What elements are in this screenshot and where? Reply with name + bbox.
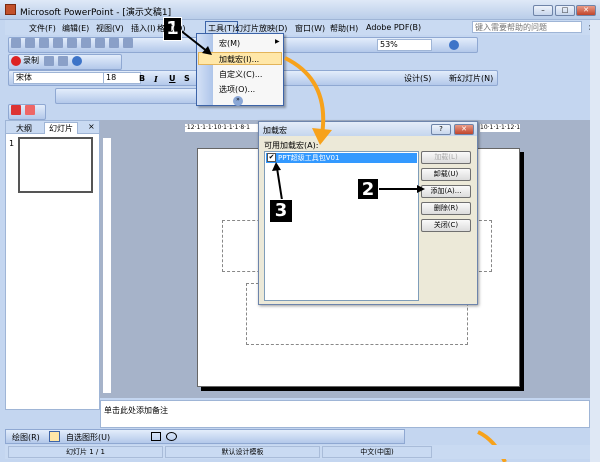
- black-arrowhead-3: [272, 162, 281, 171]
- menu-format[interactable]: 格式(O): [157, 23, 186, 34]
- autoshapes-button[interactable]: 自选图形(U): [66, 432, 110, 443]
- status-template: 默认设计模板: [165, 446, 320, 458]
- orange-arrow-1: [284, 56, 326, 136]
- rectangle-icon[interactable]: [151, 432, 161, 441]
- notes-placeholder: 单击此处添加备注: [104, 406, 168, 415]
- notes-pane[interactable]: 单击此处添加备注: [100, 400, 590, 428]
- black-arrow-3: [276, 167, 283, 201]
- drawing-toolbar: 绘图(R) 自选图形(U): [5, 429, 405, 444]
- annotation-arrows: [179, 29, 507, 462]
- oval-icon[interactable]: [166, 432, 177, 441]
- annotation-badge-2: 2: [357, 178, 379, 200]
- orange-arrowhead-1: [312, 128, 332, 145]
- status-language: 中文(中国): [322, 446, 432, 458]
- black-arrowhead-2: [417, 185, 425, 193]
- draw-menu-button[interactable]: 绘图(R): [12, 432, 40, 443]
- annotation-badge-3: 3: [269, 199, 293, 223]
- status-slide: 幻灯片 1 / 1: [8, 446, 163, 458]
- status-bar: 幻灯片 1 / 1 默认设计模板 中文(中国): [5, 445, 590, 459]
- select-objects-icon[interactable]: [49, 431, 60, 442]
